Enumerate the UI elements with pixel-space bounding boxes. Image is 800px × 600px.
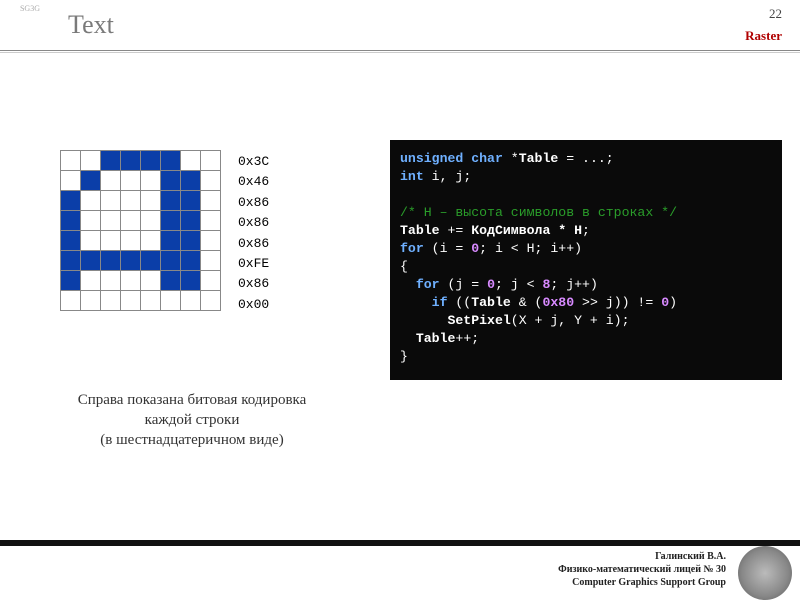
bitmap-cell	[201, 171, 221, 191]
bitmap-cell	[101, 171, 121, 191]
bitmap-cell	[161, 151, 181, 171]
bitmap-cell	[201, 151, 221, 171]
footer-credits: Галинский В.А. Физико-математический лиц…	[558, 550, 726, 589]
hex-value: 0x86	[238, 213, 269, 233]
bitmap-cell	[141, 231, 161, 251]
bitmap-cell	[101, 271, 121, 291]
bitmap-cell	[201, 191, 221, 211]
bitmap-cell	[161, 251, 181, 271]
bitmap-cell	[101, 211, 121, 231]
hex-value: 0x3C	[238, 152, 269, 172]
bitmap-cell	[81, 191, 101, 211]
bitmap-cell	[181, 231, 201, 251]
divider-shadow	[0, 52, 800, 53]
bitmap-cell	[161, 291, 181, 311]
bitmap-cell	[181, 211, 201, 231]
bitmap-cell	[181, 291, 201, 311]
bitmap-cell	[141, 171, 161, 191]
bitmap-cell	[121, 231, 141, 251]
bitmap-cell	[201, 251, 221, 271]
bitmap-grid	[60, 150, 221, 311]
hex-value: 0x86	[238, 274, 269, 294]
bitmap-cell	[81, 271, 101, 291]
bitmap-caption: Справа показана битовая кодировка каждой…	[42, 390, 342, 450]
credit-line: Галинский В.А.	[655, 551, 726, 562]
hex-value: 0x00	[238, 295, 269, 315]
caption-line: Справа показана битовая кодировка	[78, 392, 307, 408]
bitmap-cell	[161, 191, 181, 211]
bitmap-cell	[121, 271, 141, 291]
page-title: Text	[68, 10, 114, 40]
bitmap-cell	[61, 271, 81, 291]
bitmap-cell	[141, 291, 161, 311]
divider	[0, 50, 800, 51]
footer-bar	[0, 540, 800, 546]
credit-line: Физико-математический лицей № 30	[558, 564, 726, 575]
bitmap-cell	[121, 151, 141, 171]
bitmap-cell	[121, 251, 141, 271]
bitmap-cell	[61, 151, 81, 171]
bitmap-cell	[101, 251, 121, 271]
bitmap-cell	[141, 151, 161, 171]
credit-line: Computer Graphics Support Group	[572, 577, 726, 588]
hex-value: 0x46	[238, 172, 269, 192]
bitmap-cell	[121, 291, 141, 311]
bitmap-cell	[81, 251, 101, 271]
bitmap-cell	[81, 211, 101, 231]
bitmap-cell	[101, 191, 121, 211]
bitmap-cell	[201, 291, 221, 311]
bitmap-cell	[101, 291, 121, 311]
bitmap-cell	[141, 251, 161, 271]
bitmap-cell	[161, 171, 181, 191]
bitmap-cell	[161, 211, 181, 231]
code-block: unsigned char *Table = ...; int i, j; /*…	[390, 140, 782, 380]
bitmap-cell	[81, 291, 101, 311]
bitmap-cell	[121, 211, 141, 231]
bitmap-cell	[61, 171, 81, 191]
bitmap-cell	[201, 271, 221, 291]
page-number: 22	[769, 6, 782, 22]
bitmap-cell	[181, 251, 201, 271]
caption-line: каждой строки	[145, 412, 240, 428]
caption-line: (в шестнадцатеричном виде)	[100, 432, 283, 448]
bitmap-cell	[121, 191, 141, 211]
bitmap-cell	[61, 231, 81, 251]
bitmap-cell	[201, 211, 221, 231]
section-tag: Raster	[745, 28, 782, 44]
bitmap-cell	[141, 211, 161, 231]
logo-badge: SG3G	[6, 4, 54, 42]
bitmap-cell	[101, 231, 121, 251]
bitmap-cell	[61, 251, 81, 271]
bitmap-cell	[161, 271, 181, 291]
bitmap-cell	[81, 231, 101, 251]
bitmap-cell	[181, 151, 201, 171]
bitmap-cell	[61, 191, 81, 211]
bitmap-cell	[161, 231, 181, 251]
bitmap-cell	[141, 191, 161, 211]
bitmap-cell	[81, 151, 101, 171]
bitmap-cell	[61, 211, 81, 231]
hex-value: 0x86	[238, 234, 269, 254]
hex-value: 0xFE	[238, 254, 269, 274]
seal-icon	[738, 546, 792, 600]
bitmap-cell	[121, 171, 141, 191]
bitmap-cell	[181, 191, 201, 211]
bitmap-cell	[181, 271, 201, 291]
bitmap-cell	[81, 171, 101, 191]
bitmap-cell	[141, 271, 161, 291]
bitmap-cell	[201, 231, 221, 251]
bitmap-cell	[61, 291, 81, 311]
bitmap-cell	[181, 171, 201, 191]
hex-column: 0x3C0x460x860x860x860xFE0x860x00	[238, 152, 269, 315]
bitmap-cell	[101, 151, 121, 171]
hex-value: 0x86	[238, 193, 269, 213]
